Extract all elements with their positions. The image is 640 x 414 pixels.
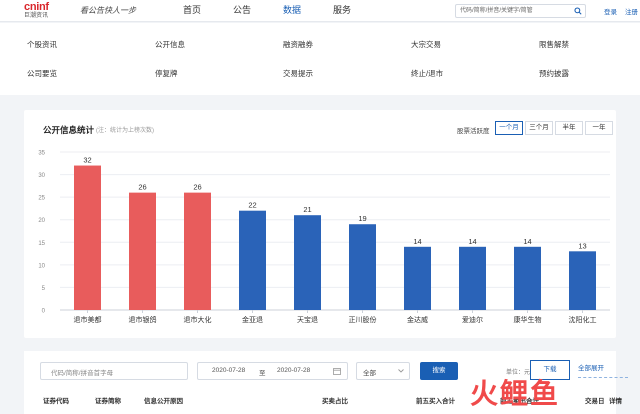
date-separator: 至	[259, 370, 266, 377]
bar-value-label: 22	[248, 201, 256, 210]
x-tick-label: 金达威	[407, 315, 428, 324]
search-button-label: 搜索	[432, 367, 446, 374]
calendar-icon	[333, 368, 341, 375]
submenu-stock-info[interactable]: 个股资讯	[27, 39, 57, 50]
th-short-name[interactable]: 证券简称	[95, 395, 121, 405]
bar	[129, 192, 156, 310]
th-code[interactable]: 证券代码	[43, 395, 69, 405]
login-link[interactable]: 登录	[604, 6, 617, 16]
watermark-logo: 火鲤鱼	[470, 378, 561, 409]
date-to: 2020-07-28	[277, 367, 311, 374]
bar	[569, 251, 596, 310]
slogan: 看公告快人一步	[80, 6, 136, 15]
statistics-panel: 公开信息统计 (注：统计为上榜次数) 股票活跃度 一个月 三个月 半年 一年 0…	[24, 110, 616, 338]
submenu-lockup[interactable]: 限售解禁	[539, 39, 569, 50]
th-reason[interactable]: 信息公开原因	[144, 395, 183, 405]
bar-value-label: 32	[83, 156, 91, 165]
bar-value-label: 26	[193, 183, 201, 192]
submenu-public-info[interactable]: 公开信息	[155, 39, 185, 50]
nav-services[interactable]: 服务	[333, 0, 383, 22]
data-submenu: 个股资讯 公开信息 融资融券 大宗交易 限售解禁 公司要览 停复牌 交易提示 终…	[0, 23, 640, 95]
logo-sub: 巨潮资讯	[24, 13, 49, 19]
th-ratio[interactable]: 买卖占比	[322, 395, 348, 405]
bar	[514, 246, 541, 310]
y-tick-label: 25	[38, 196, 45, 202]
x-tick-label: 金亚退	[242, 315, 263, 324]
x-tick-label: 爱迪尔	[462, 315, 483, 324]
x-tick-label: 沈阳化工	[569, 315, 597, 324]
submenu-scheduled-disclosure[interactable]: 预约披露	[539, 68, 569, 79]
chevron-down-icon	[398, 369, 404, 373]
bar	[294, 215, 321, 310]
submenu-delisting[interactable]: 终止/退市	[411, 68, 443, 79]
search-icon[interactable]	[574, 7, 582, 15]
y-tick-label: 35	[38, 151, 45, 157]
header-search-input[interactable]	[456, 5, 568, 17]
bar-value-label: 13	[578, 241, 586, 250]
y-tick-label: 20	[38, 218, 45, 224]
scope-select[interactable]: 全部	[356, 362, 410, 380]
x-tick-label: 退市大化	[184, 315, 212, 324]
x-tick-label: 退市银鸽	[129, 315, 157, 324]
code-filter-placeholder: 代码/简称/拼音首字母	[51, 370, 114, 377]
y-tick-label: 10	[38, 263, 45, 269]
x-tick-label: 正川股份	[349, 315, 377, 324]
date-from: 2020-07-28	[212, 367, 246, 374]
register-link[interactable]: 注册	[625, 6, 638, 16]
top-bar: cninf 巨潮资讯 看公告快人一步 首页 公告 数据 服务 登录 注册	[0, 0, 640, 22]
th-top5-buy[interactable]: 前五买入合计	[416, 395, 455, 405]
bar	[74, 165, 101, 310]
th-trade-date[interactable]: 交易日	[585, 395, 605, 405]
bar-chart: 0 5 10 15 20 25 30 35 32 退市美都 26 退市银鸽 26 退市大化 22 金亚退 21 天…	[38, 151, 610, 324]
y-tick-label: 0	[42, 309, 46, 315]
code-filter-input[interactable]: 代码/简称/拼音首字母	[40, 362, 188, 380]
scope-value: 全部	[363, 370, 376, 377]
bar	[349, 224, 376, 310]
bar-value-label: 26	[138, 183, 146, 192]
bar	[459, 246, 486, 310]
search-button[interactable]: 搜索	[420, 362, 458, 380]
bar-value-label: 14	[523, 237, 531, 246]
date-range-input[interactable]: 2020-07-28 至 2020-07-28	[197, 362, 348, 380]
bar-value-label: 21	[303, 205, 311, 214]
bar	[184, 192, 211, 310]
cninfo-logo[interactable]: cninf 巨潮资讯	[24, 2, 64, 20]
th-detail[interactable]: 详情	[609, 395, 622, 405]
bar-value-label: 19	[358, 214, 366, 223]
header-search	[455, 4, 586, 18]
submenu-company-overview[interactable]: 公司要览	[27, 68, 57, 79]
bar	[404, 246, 431, 310]
submenu-margin[interactable]: 融资融券	[283, 39, 313, 50]
logo-mark: cninf	[24, 1, 49, 13]
main-nav: 首页 公告 数据 服务	[183, 0, 383, 22]
expand-all-button[interactable]: 全部展开	[578, 362, 628, 378]
submenu-suspension[interactable]: 停复牌	[155, 68, 178, 79]
submenu-trade-tips[interactable]: 交易提示	[283, 68, 313, 79]
y-tick-label: 30	[38, 173, 45, 179]
submenu-block-trade[interactable]: 大宗交易	[411, 39, 441, 50]
x-tick-label: 退市美都	[74, 315, 102, 324]
nav-home[interactable]: 首页	[183, 0, 233, 22]
x-tick-label: 康华生物	[514, 315, 542, 324]
nav-announcements[interactable]: 公告	[233, 0, 283, 22]
bar	[239, 210, 266, 310]
y-tick-label: 15	[38, 241, 45, 247]
y-tick-label: 5	[42, 286, 46, 292]
nav-data[interactable]: 数据	[283, 0, 333, 22]
x-tick-label: 天宝退	[297, 315, 318, 324]
bar-value-label: 14	[468, 237, 476, 246]
bar-value-label: 14	[413, 237, 421, 246]
